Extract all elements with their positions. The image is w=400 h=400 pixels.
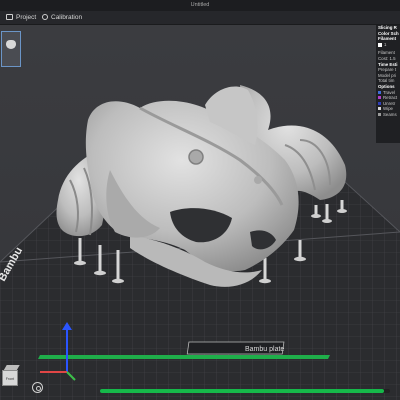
window-title: Untitled	[190, 2, 210, 8]
calibration-icon	[42, 14, 48, 20]
layer-slider[interactable]	[100, 389, 390, 393]
plate-thumbnail-model	[6, 40, 16, 49]
panel-header: Slicing R	[378, 25, 397, 30]
plate-label: Bambu plate	[245, 346, 284, 353]
3d-viewport[interactable]: Bambu Bambu plate	[0, 25, 400, 400]
option-seams[interactable]: Seams	[376, 112, 400, 118]
option-seams-label: Seams	[383, 111, 397, 117]
tab-calibration[interactable]: Calibration	[42, 11, 82, 24]
view-settings-icon[interactable]	[32, 382, 43, 393]
window-title-bar: Untitled	[0, 0, 400, 11]
slicing-result-panel: Slicing R Color Sch Filament 1 Filament …	[376, 25, 400, 143]
option-travel-label: Travel	[383, 89, 396, 95]
filament-value: 1	[384, 41, 387, 47]
top-tab-bar: Project Calibration	[0, 11, 400, 25]
build-plate-scene: Bambu Bambu plate	[0, 85, 400, 400]
option-retract-label: Retract	[383, 95, 398, 101]
tab-calibration-label: Calibration	[51, 14, 83, 21]
view-cube[interactable]: Front	[1, 364, 20, 386]
plate-thumbnail[interactable]	[1, 31, 21, 67]
layer-slider-fill	[100, 389, 385, 393]
option-wipe-label: Wipe	[383, 106, 394, 112]
tab-project-label: Project	[16, 14, 37, 21]
travel-swatch	[378, 90, 381, 94]
plate-edge-strip	[38, 355, 330, 359]
view-cube-front: Front	[2, 370, 18, 386]
wipe-swatch	[378, 107, 381, 111]
filament-swatch	[378, 42, 382, 47]
option-unretract-label: Unretr	[383, 100, 396, 106]
project-icon	[6, 14, 13, 20]
tab-project[interactable]: Project	[6, 11, 36, 24]
retract-swatch	[378, 96, 381, 100]
unretract-swatch	[378, 101, 381, 105]
seams-swatch	[378, 112, 381, 116]
